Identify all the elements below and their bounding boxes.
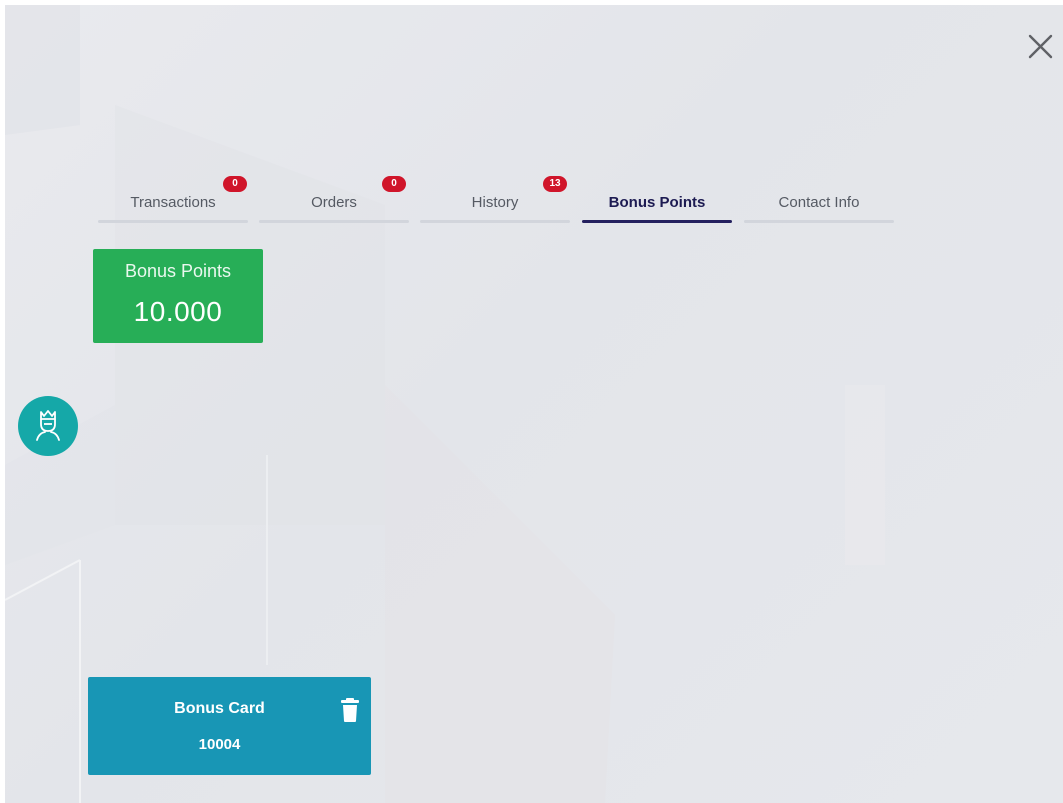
- tab-transactions[interactable]: 0 Transactions: [98, 175, 248, 225]
- tab-orders[interactable]: 0 Orders: [259, 175, 409, 225]
- bonus-card-title: Bonus Card: [174, 700, 265, 717]
- customer-avatar-button[interactable]: [18, 396, 78, 456]
- transactions-count-badge: 0: [223, 176, 247, 192]
- tab-underline: [420, 220, 570, 223]
- history-count-badge: 13: [543, 176, 567, 192]
- tab-bonus-points[interactable]: Bonus Points: [582, 175, 732, 225]
- bonus-points-card: Bonus Points 10.000: [93, 249, 263, 343]
- bonus-card-number: 10004: [198, 736, 241, 753]
- tab-bar: 0 Transactions 0 Orders 13 History Bonus…: [98, 175, 898, 225]
- close-icon: [1028, 34, 1053, 59]
- tab-contact-info[interactable]: Contact Info: [744, 175, 894, 225]
- tab-label: Bonus Points: [608, 194, 706, 211]
- close-button[interactable]: [1024, 30, 1058, 64]
- delete-card-button[interactable]: [339, 697, 361, 723]
- tab-underline: [98, 220, 248, 223]
- tab-underline: [744, 220, 894, 223]
- tab-history[interactable]: 13 History: [420, 175, 570, 225]
- tab-underline: [259, 220, 409, 223]
- tab-underline-active: [582, 220, 732, 223]
- customer-panel: 0 Transactions 0 Orders 13 History Bonus…: [5, 5, 1063, 803]
- tab-label: History: [471, 194, 519, 211]
- bonus-points-value: 10.000: [133, 296, 223, 327]
- tab-label: Orders: [311, 194, 357, 211]
- trash-icon: [341, 698, 359, 722]
- orders-count-badge: 0: [382, 176, 406, 192]
- tab-label: Contact Info: [778, 194, 860, 211]
- tab-label: Transactions: [130, 194, 216, 211]
- bonus-card[interactable]: Bonus Card 10004: [88, 677, 371, 775]
- customer-crown-icon: [36, 410, 60, 441]
- bonus-points-label: Bonus Points: [124, 261, 232, 281]
